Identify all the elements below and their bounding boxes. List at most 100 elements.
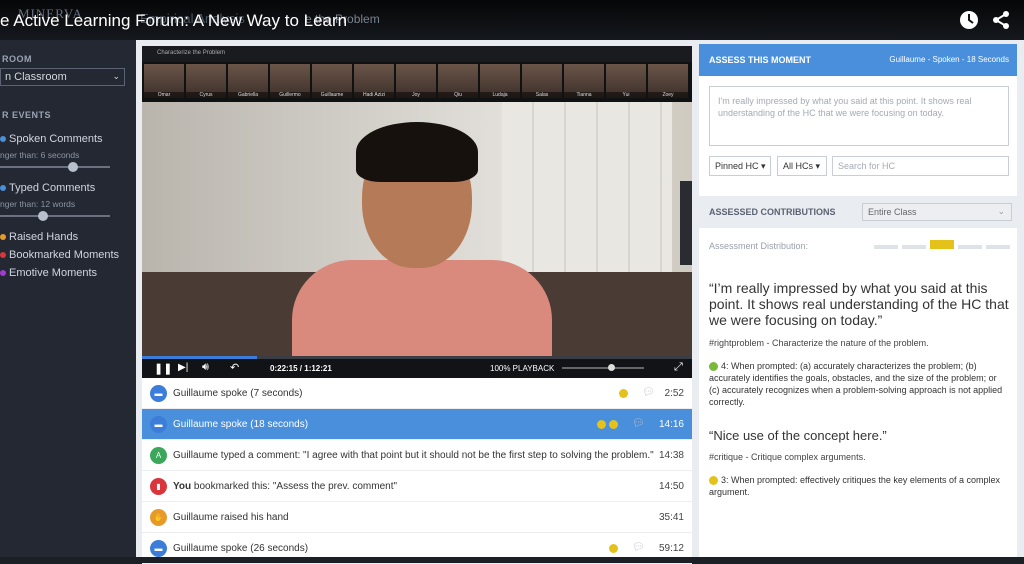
participant-tile[interactable]: Salas (522, 64, 562, 98)
search-placeholder: Search for HC (838, 161, 896, 171)
assessment-marker[interactable] (597, 420, 606, 429)
event-description: Guillaume typed a comment: "I agree with… (173, 450, 654, 461)
participant-name: Yui (606, 92, 646, 98)
pause-icon[interactable]: ❚❚ (154, 362, 172, 375)
event-time: 2:52 (664, 388, 684, 399)
participant-tile[interactable]: Cyrus (186, 64, 226, 98)
event-filter-label: Typed Comments (9, 182, 96, 194)
slider-knob[interactable] (38, 211, 48, 221)
fullscreen-icon[interactable]: ⤢ (674, 361, 683, 374)
speaker-hair (356, 122, 478, 182)
video-title[interactable]: e Active Learning Forum: A New Way to Le… (0, 11, 347, 31)
contributions-title: ASSESSED CONTRIBUTIONS (709, 207, 836, 217)
participant-name: Joy (396, 92, 436, 98)
participant-name: Guillermo (270, 92, 310, 98)
contributions-filter-value: Entire Class (868, 207, 917, 217)
room-heading: ROOM (2, 54, 32, 64)
typed-icon: A (150, 447, 167, 464)
slider-knob[interactable] (68, 162, 78, 172)
distribution-bar-active (930, 240, 954, 249)
volume-icon[interactable]: 🔊︎ (202, 361, 209, 374)
hc-search-input[interactable]: Search for HC (832, 156, 1009, 176)
assessment-marker[interactable] (609, 544, 618, 553)
event-filter-bookmarked[interactable]: Bookmarked Moments (0, 249, 119, 261)
contribution-quote: “Nice use of the concept here.” (709, 428, 887, 443)
score-dot-icon (709, 362, 718, 372)
emotive-dot-icon (0, 270, 6, 277)
contributions-filter-dropdown[interactable]: Entire Class ⌄ (862, 203, 1012, 221)
bookmark-dot-icon (0, 252, 6, 259)
participant-tile[interactable]: Guillaume (312, 64, 352, 98)
distribution-bar (986, 245, 1010, 249)
participant-tile[interactable]: Ludaja (480, 64, 520, 98)
watch-later-icon[interactable] (958, 9, 980, 31)
assessment-marker[interactable] (609, 420, 618, 429)
participant-strip: Omar Cyrus Gabriella Guillermo Guillaume Hadi… (142, 62, 692, 102)
progress-bar[interactable] (142, 356, 692, 359)
event-filter-emotive[interactable]: Emotive Moments (0, 267, 97, 279)
comment-bubble-icon[interactable]: 💬︎ (632, 542, 646, 553)
assessment-marker[interactable] (619, 389, 628, 398)
contribution-score: 4: When prompted: (a) accurately charact… (709, 360, 1009, 408)
comment-bubble-icon[interactable]: 💬︎ (632, 418, 646, 429)
room-select[interactable]: n Classroom ⌄ (0, 68, 125, 86)
score-text: 3: When prompted: effectively critiques … (709, 475, 1000, 497)
typed-length-slider[interactable] (0, 211, 110, 221)
participant-tile[interactable]: Gabriella (228, 64, 268, 98)
bookmark-icon: ▮ (150, 478, 167, 495)
participant-name: Ludaja (480, 92, 520, 98)
playback-knob[interactable] (608, 364, 615, 371)
event-row[interactable]: ▬ Guillaume spoke (26 seconds) 💬︎ 59:12 (142, 533, 692, 564)
event-row[interactable]: ✋ Guillaume raised his hand 35:41 (142, 502, 692, 533)
pinned-hc-dropdown[interactable]: Pinned HC ▾ (709, 156, 771, 176)
rewind-icon[interactable]: ↶ (230, 361, 239, 374)
next-icon[interactable]: ▶| (178, 362, 188, 373)
event-filter-label: Spoken Comments (9, 133, 103, 145)
video-side-toolbar[interactable] (680, 181, 692, 265)
speech-icon: ▬ (150, 416, 167, 433)
participant-tile[interactable]: Qiu (438, 64, 478, 98)
participant-tile[interactable]: Tianna (564, 64, 604, 98)
comment-placeholder: I'm really impressed by what you said at… (718, 96, 972, 118)
event-text: Guillaume spoke (18 seconds) (173, 419, 308, 430)
playback-speed[interactable]: 100% PLAYBACK (490, 364, 554, 373)
event-filter-typed[interactable]: Typed Comments (0, 182, 95, 194)
event-row[interactable]: ▬ Guillaume spoke (7 seconds) 💬︎ 2:52 (142, 378, 692, 409)
participant-tile[interactable]: Hadi Azizi (354, 64, 394, 98)
event-row[interactable]: ▮ You bookmarked this: "Assess the prev. … (142, 471, 692, 502)
participant-tile[interactable]: Omar (144, 64, 184, 98)
event-row[interactable]: ▬ Guillaume spoke (18 seconds) 💬︎ 14:16 (142, 409, 692, 440)
typed-filter-text: nger than: 12 words (0, 199, 76, 209)
video-title-bar: MINERVA Empirical Analysis e the Problem… (0, 0, 1024, 40)
assess-header: ASSESS THIS MOMENT Guillaume - Spoken - … (699, 44, 1017, 76)
all-hcs-dropdown[interactable]: All HCs ▾ (777, 156, 827, 176)
participant-tile[interactable]: Joy (396, 64, 436, 98)
comment-bubble-icon[interactable]: 💬︎ (642, 387, 656, 398)
participant-tile[interactable]: Guillermo (270, 64, 310, 98)
events-heading: R EVENTS (2, 110, 52, 120)
playback-slider[interactable] (562, 364, 644, 371)
share-icon[interactable] (990, 9, 1012, 31)
event-description: Guillaume raised his hand (173, 512, 289, 523)
participant-tile[interactable]: Yui (606, 64, 646, 98)
participant-name: Guillaume (312, 92, 352, 98)
event-text: Guillaume typed a comment: "I agree with… (173, 450, 654, 461)
event-filter-raised-hands[interactable]: Raised Hands (0, 231, 78, 243)
event-text: Guillaume spoke (26 seconds) (173, 543, 308, 554)
participant-name: Salas (522, 92, 562, 98)
event-filter-label: Raised Hands (9, 231, 79, 243)
main-area: Characterize the Problem Omar Cyrus Gabrie… (136, 40, 1024, 564)
participant-name: Gabriella (228, 92, 268, 98)
distribution-bar (958, 245, 982, 249)
event-time: 59:12 (658, 543, 684, 554)
hand-icon: ✋ (150, 509, 167, 526)
participant-tile[interactable]: Zoey (648, 64, 688, 98)
event-row[interactable]: A Guillaume typed a comment: "I agree wit… (142, 440, 692, 471)
video-player[interactable]: Characterize the Problem Omar Cyrus Gabrie… (142, 46, 692, 356)
event-description: bookmarked this: "Assess the prev. comme… (191, 481, 398, 492)
event-filter-spoken[interactable]: Spoken Comments (0, 133, 103, 145)
assessment-comment-input[interactable]: I'm really impressed by what you said at… (709, 86, 1009, 146)
speaker-video (142, 102, 692, 356)
distribution-bar (874, 245, 898, 249)
spoken-length-slider[interactable] (0, 162, 110, 172)
